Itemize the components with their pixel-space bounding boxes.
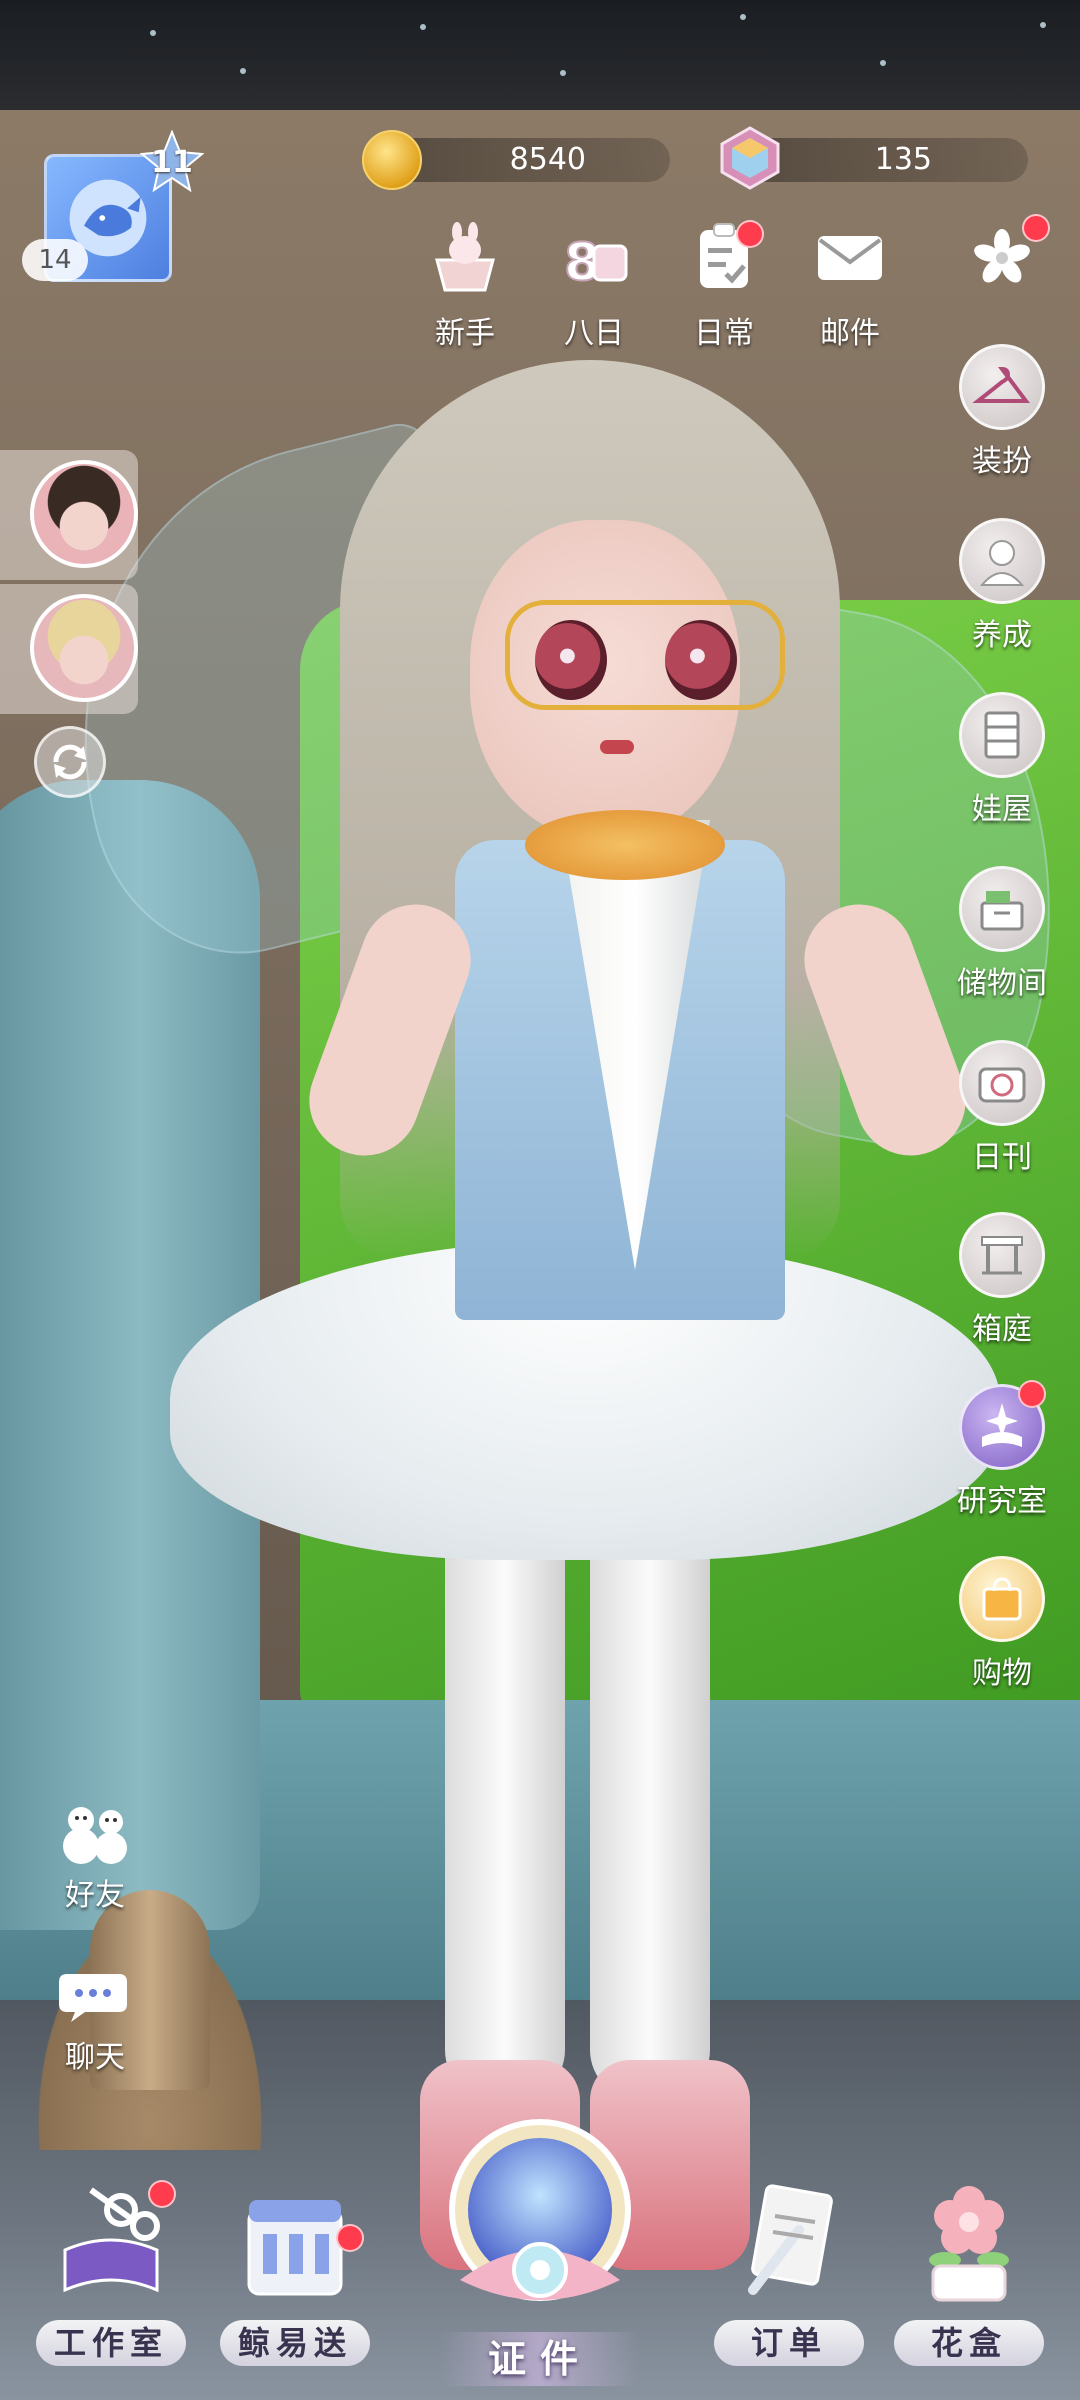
crepe-topping bbox=[525, 810, 725, 880]
camera-icon bbox=[959, 1040, 1045, 1126]
doll-leg-right bbox=[590, 1500, 710, 2100]
gazebo-icon bbox=[959, 1212, 1045, 1298]
nurture-label: 养成 bbox=[972, 618, 1032, 653]
orders-button[interactable]: 订单 bbox=[714, 2170, 864, 2380]
chat-label: 聊天 bbox=[65, 2040, 125, 2075]
newbie-label: 新手 bbox=[435, 316, 495, 351]
orders-label: 订单 bbox=[714, 2320, 864, 2366]
settings-menu-button[interactable] bbox=[952, 214, 1052, 360]
certificate-button[interactable]: 证件 bbox=[420, 2110, 660, 2400]
certificate-emblem-icon bbox=[449, 2119, 631, 2301]
garden-box-button[interactable]: 箱庭 bbox=[952, 1212, 1052, 1362]
garden-box-label: 箱庭 bbox=[972, 1312, 1032, 1347]
order-paper-icon bbox=[729, 2170, 849, 2310]
studio-button[interactable]: 工作室 bbox=[36, 2170, 186, 2380]
daily-journal-label: 日刊 bbox=[972, 1140, 1032, 1175]
gem-amount: 135 bbox=[874, 142, 932, 177]
storage-button[interactable]: 储物间 bbox=[952, 866, 1052, 1016]
coin-icon bbox=[362, 130, 422, 190]
lab-badge bbox=[1018, 1380, 1046, 1408]
daily-label: 日常 bbox=[694, 316, 754, 351]
eight-day-button[interactable]: 8 八日 bbox=[544, 220, 644, 360]
game-scene bbox=[0, 0, 1080, 2400]
crystal-gem-icon bbox=[720, 126, 780, 190]
doll-mouth bbox=[600, 740, 634, 754]
friend-avatar-2[interactable] bbox=[0, 584, 138, 714]
flowerbox-button[interactable]: 花盒 bbox=[894, 2170, 1044, 2380]
dressup-label: 装扮 bbox=[972, 444, 1032, 479]
lab-label: 研究室 bbox=[957, 1484, 1047, 1519]
shop-label: 购物 bbox=[972, 1656, 1032, 1691]
daily-button[interactable]: 日常 bbox=[674, 220, 774, 360]
flowerbox-label: 花盒 bbox=[894, 2320, 1044, 2366]
doll-leg-left bbox=[445, 1500, 565, 2100]
storage-label: 储物间 bbox=[957, 966, 1047, 1001]
certificate-label: 证件 bbox=[440, 2332, 640, 2386]
nurture-button[interactable]: 养成 bbox=[952, 518, 1052, 668]
dollhouse-label: 娃屋 bbox=[972, 792, 1032, 827]
night-sky bbox=[0, 0, 1080, 110]
friends-button[interactable]: 好友 bbox=[40, 1798, 150, 1928]
mail-label: 邮件 bbox=[820, 316, 880, 351]
friends-label: 好友 bbox=[65, 1878, 125, 1913]
daily-journal-button[interactable]: 日刊 bbox=[952, 1040, 1052, 1190]
envelope-icon bbox=[812, 220, 888, 296]
settings-badge bbox=[1022, 214, 1050, 242]
player-level-badge: 11 bbox=[140, 130, 204, 194]
friend-portrait-2 bbox=[30, 594, 138, 702]
delivery-button[interactable]: 鲸易送 bbox=[220, 2170, 370, 2380]
doll-glasses bbox=[505, 600, 785, 710]
friends-snowmen-icon bbox=[55, 1798, 135, 1868]
eight-day-label: 八日 bbox=[564, 316, 624, 351]
chat-button[interactable]: 聊天 bbox=[40, 1960, 150, 2090]
cabinet-icon bbox=[959, 692, 1045, 778]
chat-bubble-icon bbox=[55, 1960, 135, 2030]
flower-pot-icon bbox=[909, 2170, 1029, 2310]
gift-basket-icon bbox=[427, 220, 503, 296]
newbie-button[interactable]: 新手 bbox=[415, 220, 515, 360]
lab-button[interactable]: 研究室 bbox=[952, 1380, 1052, 1534]
dollhouse-button[interactable]: 娃屋 bbox=[952, 692, 1052, 842]
refresh-button[interactable] bbox=[34, 726, 106, 798]
doll-bust-icon bbox=[959, 518, 1045, 604]
delivery-label: 鲸易送 bbox=[220, 2320, 370, 2366]
daily-badge bbox=[736, 220, 764, 248]
refresh-icon bbox=[53, 744, 87, 780]
mail-button[interactable]: 邮件 bbox=[800, 220, 900, 360]
delivery-badge bbox=[336, 2224, 364, 2252]
eight-day-calendar-icon: 8 bbox=[556, 220, 632, 296]
studio-label: 工作室 bbox=[36, 2320, 186, 2366]
shop-button[interactable]: 购物 bbox=[952, 1556, 1052, 1706]
studio-badge bbox=[148, 2180, 176, 2208]
friend-portrait-1 bbox=[30, 460, 138, 568]
dressup-button[interactable]: 装扮 bbox=[952, 344, 1052, 494]
coin-amount: 8540 bbox=[509, 142, 586, 177]
player-level: 11 bbox=[151, 144, 193, 180]
friend-avatar-1[interactable] bbox=[0, 450, 138, 580]
hanger-icon bbox=[959, 344, 1045, 430]
storage-box-icon bbox=[959, 866, 1045, 952]
shopping-bag-icon bbox=[959, 1556, 1045, 1642]
player-sub-level: 14 bbox=[22, 239, 88, 281]
